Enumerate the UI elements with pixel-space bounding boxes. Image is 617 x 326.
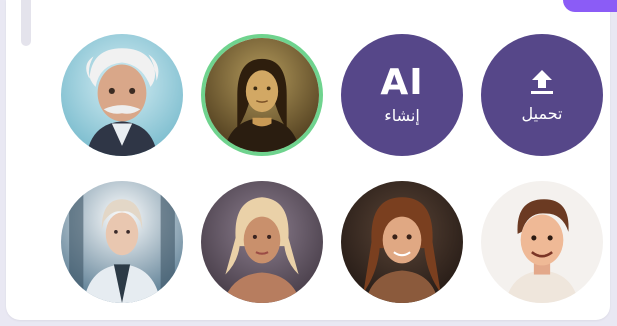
mona-lisa-portrait-icon	[205, 38, 319, 152]
avatar-einstein[interactable]	[61, 34, 183, 156]
cyborg-woman-portrait-icon	[61, 181, 183, 303]
brunette-woman-portrait-icon	[341, 181, 463, 303]
avatar-mona-lisa[interactable]	[201, 34, 323, 156]
scroll-handle[interactable]	[21, 0, 31, 46]
blonde-woman-portrait-icon	[201, 181, 323, 303]
accent-button-edge[interactable]	[563, 0, 617, 12]
generate-label: إنشاء	[384, 106, 420, 125]
cartoon-man-portrait-icon	[481, 181, 603, 303]
einstein-portrait-icon	[61, 34, 183, 156]
generate-ai-button[interactable]: AI إنشاء	[341, 34, 463, 156]
avatar-cyborg-woman[interactable]	[61, 181, 183, 303]
upload-label: تحميل	[521, 104, 563, 123]
avatar-cartoon-man[interactable]	[481, 181, 603, 303]
ai-icon: AI	[380, 62, 424, 103]
avatar-brunette-woman[interactable]	[341, 181, 463, 303]
avatar-blonde-woman[interactable]	[201, 181, 323, 303]
upload-button[interactable]: تحميل	[481, 34, 603, 156]
upload-icon	[531, 70, 553, 94]
